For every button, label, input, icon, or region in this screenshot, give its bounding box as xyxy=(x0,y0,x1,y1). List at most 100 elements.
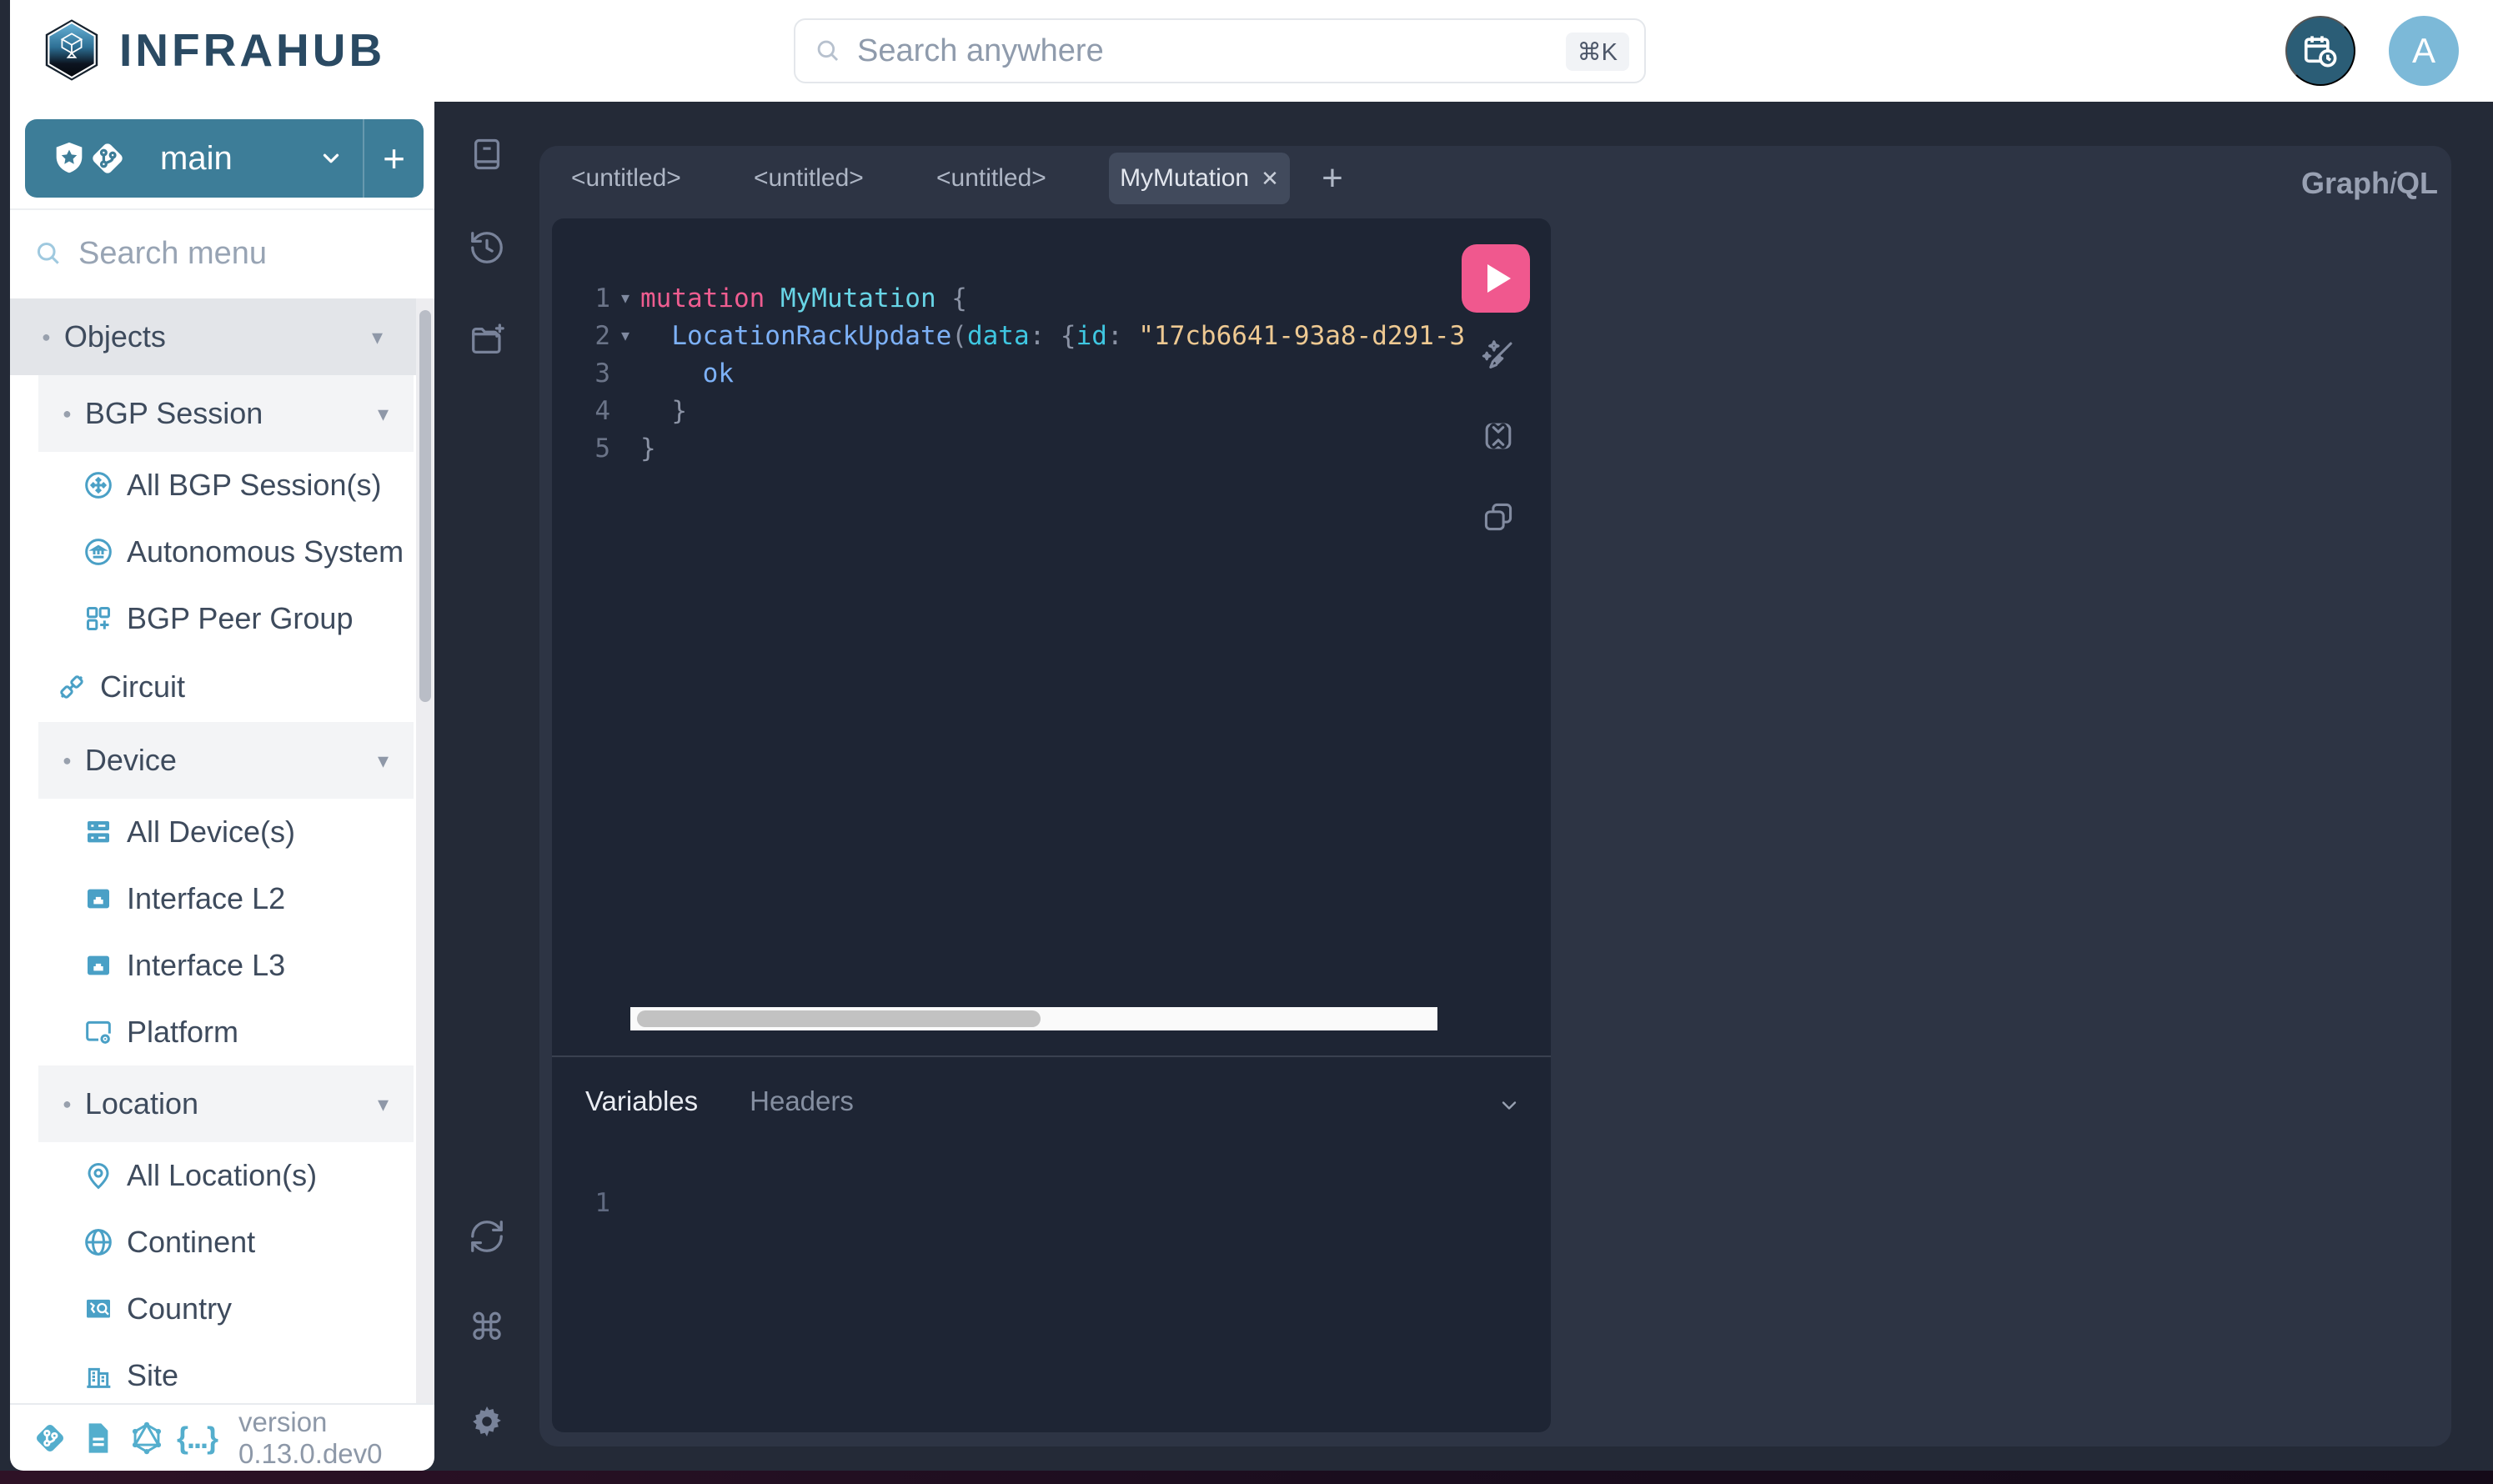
copy-icon xyxy=(1479,498,1517,536)
calendar-clock-icon xyxy=(2301,32,2340,70)
bgp-session-icon xyxy=(82,469,115,502)
search-icon xyxy=(814,37,842,65)
graphiql-panel: <untitled> <untitled> <untitled> MyMutat… xyxy=(539,146,2451,1446)
tab-variables[interactable]: Variables xyxy=(585,1085,698,1117)
sidebar-item-continent[interactable]: Continent xyxy=(10,1209,434,1276)
version-label: version 0.13.0.dev0 xyxy=(238,1406,434,1470)
tab-mymutation[interactable]: MyMutation ✕ xyxy=(1109,153,1290,204)
bullet-icon: ● xyxy=(63,753,72,768)
code-line: 4 } xyxy=(552,393,1551,430)
sidebar-item-bgp-peer-group[interactable]: BGP Peer Group xyxy=(10,585,434,652)
menu-scrollbar-thumb[interactable] xyxy=(419,310,431,702)
sidebar-item-platform[interactable]: Platform xyxy=(10,999,434,1065)
topbar: ⌘K A xyxy=(434,0,2493,102)
search-shortcut-badge: ⌘K xyxy=(1566,33,1629,71)
graphql-icon[interactable] xyxy=(128,1420,165,1456)
sidebar-item-autonomous-system[interactable]: Autonomous System xyxy=(10,519,434,585)
prettify-button[interactable] xyxy=(1479,337,1517,375)
folder-plus-icon xyxy=(468,321,506,359)
add-branch-button[interactable]: + xyxy=(364,119,424,198)
editor-tools-tabs: Variables Headers xyxy=(585,1085,854,1117)
git-icon[interactable] xyxy=(32,1420,68,1456)
tab-untitled-2[interactable]: <untitled> xyxy=(754,153,864,204)
fold-caret-icon[interactable]: ▾ xyxy=(610,280,640,318)
page-bottom-edge xyxy=(0,1471,2493,1484)
sidebar-item-country[interactable]: Country xyxy=(10,1276,434,1342)
site-building-icon xyxy=(82,1359,115,1392)
avatar[interactable]: A xyxy=(2389,16,2459,86)
collapse-chevron-icon[interactable] xyxy=(1497,1094,1521,1117)
sidebar-item-interface-l3[interactable]: Interface L3 xyxy=(10,932,434,999)
sidebar-item-interface-l2[interactable]: Interface L2 xyxy=(10,865,434,932)
fold-caret-icon[interactable]: ▾ xyxy=(610,318,640,355)
execute-query-button[interactable] xyxy=(1462,244,1530,313)
branch-selector[interactable]: main + xyxy=(25,119,424,198)
sidebar-item-site[interactable]: Site xyxy=(10,1342,434,1403)
prettify-broom-icon xyxy=(1479,337,1517,375)
sidebar-group-bgp-session[interactable]: ● BGP Session ▾ xyxy=(38,375,414,452)
tab-untitled-1[interactable]: <untitled> xyxy=(571,153,681,204)
menu-scrollbar[interactable] xyxy=(416,298,434,1403)
bgp-peer-group-icon xyxy=(82,602,115,635)
interface-port-icon xyxy=(82,949,115,982)
search-icon xyxy=(33,238,63,268)
caret-down-icon: ▾ xyxy=(378,1091,389,1117)
bullet-icon: ● xyxy=(63,406,72,421)
merge-fragments-button[interactable] xyxy=(1479,417,1517,455)
refresh-icon xyxy=(468,1217,506,1256)
caret-down-icon: ▾ xyxy=(372,324,383,350)
bullet-icon: ● xyxy=(42,329,51,344)
code-line: 5 } xyxy=(552,430,1551,468)
tab-headers[interactable]: Headers xyxy=(750,1085,854,1117)
variables-line-number: 1 xyxy=(552,1188,610,1218)
infrahub-logo[interactable]: INFRAHUB xyxy=(44,10,385,90)
git-branch-icon xyxy=(88,139,127,178)
settings-button[interactable] xyxy=(468,1402,506,1441)
infrahub-app: INFRAHUB main + xyxy=(0,0,2493,1484)
json-braces-icon[interactable]: {...} xyxy=(177,1421,217,1456)
sidebar-footer: {...} version 0.13.0.dev0 xyxy=(10,1403,434,1471)
caret-down-icon: ▾ xyxy=(378,401,389,427)
sidebar-item-all-bgp-sessions[interactable]: All BGP Session(s) xyxy=(10,452,434,519)
country-map-icon xyxy=(82,1292,115,1326)
query-editor[interactable]: 1 ▾ mutation MyMutation { 2 ▾ LocationRa… xyxy=(552,280,1551,468)
global-search-input[interactable] xyxy=(857,33,1644,69)
gear-icon xyxy=(468,1402,506,1441)
chevron-down-icon xyxy=(319,146,344,171)
copy-query-button[interactable] xyxy=(1479,498,1517,536)
time-travel-button[interactable] xyxy=(2285,16,2355,86)
session-divider[interactable] xyxy=(552,1055,1551,1057)
new-tab-button[interactable]: + xyxy=(1312,153,1353,204)
sidebar-group-location[interactable]: ● Location ▾ xyxy=(38,1065,414,1142)
editor-scrollbar-thumb[interactable] xyxy=(637,1010,1041,1027)
code-line: 2 ▾ LocationRackUpdate(data: {id: "17cb6… xyxy=(552,318,1551,355)
sidebar: INFRAHUB main + xyxy=(10,0,434,1471)
sidebar-item-circuit[interactable]: Circuit xyxy=(10,652,434,722)
close-tab-icon[interactable]: ✕ xyxy=(1261,166,1279,192)
device-server-icon xyxy=(82,815,115,849)
continent-globe-icon xyxy=(82,1226,115,1259)
global-search[interactable]: ⌘K xyxy=(794,18,1646,83)
sidebar-item-all-devices[interactable]: All Device(s) xyxy=(10,799,434,865)
docs-panel-button[interactable] xyxy=(468,135,506,173)
history-panel-button[interactable] xyxy=(468,228,506,267)
logo-wordmark: INFRAHUB xyxy=(119,23,385,77)
infrahub-hexagon-icon xyxy=(44,10,99,90)
graphiql-logo: GraphiQL xyxy=(2301,166,2438,201)
editor-horizontal-scrollbar[interactable] xyxy=(630,1007,1437,1030)
docs-book-icon xyxy=(468,135,506,173)
docs-icon[interactable] xyxy=(80,1420,117,1456)
avatar-initial: A xyxy=(2412,31,2435,71)
menu-search-input[interactable] xyxy=(78,227,395,280)
refetch-schema-button[interactable] xyxy=(468,1217,506,1256)
sidebar-item-all-locations[interactable]: All Location(s) xyxy=(10,1142,434,1209)
explorer-panel-button[interactable] xyxy=(468,321,506,359)
branch-name: main xyxy=(160,140,233,178)
tab-untitled-3[interactable]: <untitled> xyxy=(936,153,1046,204)
shortcuts-button[interactable]: ⌘ xyxy=(468,1309,506,1347)
location-pin-icon xyxy=(82,1159,115,1192)
sidebar-group-device[interactable]: ● Device ▾ xyxy=(38,722,414,799)
shield-star-icon xyxy=(50,139,88,178)
sidebar-group-objects[interactable]: ● Objects ▾ xyxy=(10,298,434,375)
history-icon xyxy=(468,228,506,267)
